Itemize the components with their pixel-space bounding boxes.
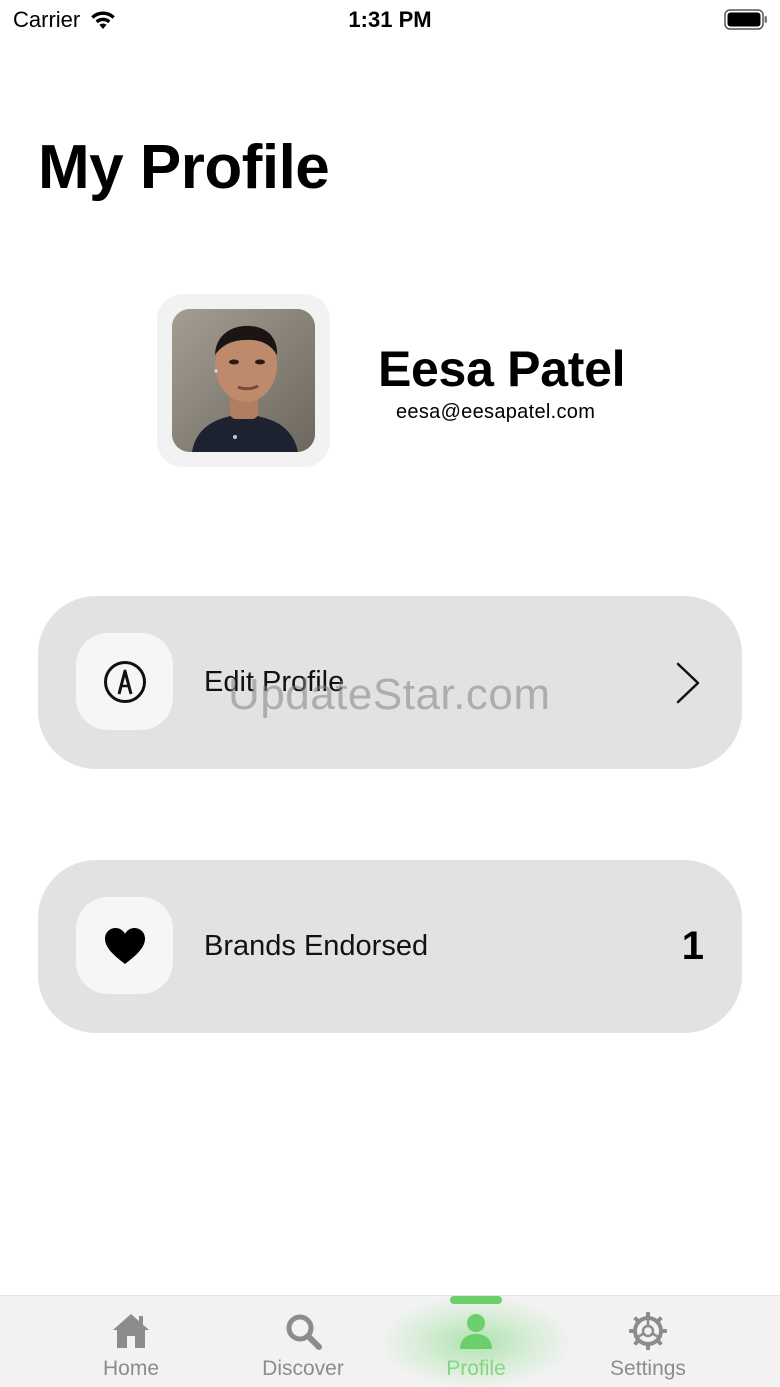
status-time: 1:31 PM [348, 7, 432, 32]
tab-settings-label: Settings [610, 1357, 686, 1380]
edit-profile-row[interactable]: Edit Profile [38, 596, 742, 769]
house-icon [113, 1314, 149, 1348]
tab-discover[interactable]: Discover [228, 1296, 378, 1387]
tab-bar: Home Discover Profile Settings [0, 1295, 780, 1387]
pen-circle-icon [103, 660, 146, 703]
brands-endorsed-icon-box [76, 897, 173, 994]
brands-endorsed-label: Brands Endorsed [204, 930, 429, 962]
tab-home-label: Home [102, 1357, 160, 1380]
search-icon [286, 1314, 322, 1350]
tab-profile[interactable]: Profile [401, 1296, 551, 1387]
avatar-frame[interactable] [157, 294, 330, 467]
tab-discover-label: Discover [262, 1357, 344, 1380]
avatar-photo [172, 309, 315, 452]
tab-settings[interactable]: Settings [573, 1296, 723, 1387]
tab-profile-label: Profile [446, 1357, 506, 1380]
profile-name: Eesa Patel [378, 341, 626, 397]
brands-endorsed-row[interactable]: Brands Endorsed 1 [38, 860, 742, 1033]
edit-profile-icon-box [76, 633, 173, 730]
status-bar: Carrier 1:31 PM [0, 0, 780, 40]
avatar [172, 309, 315, 452]
person-icon [460, 1314, 492, 1349]
brands-endorsed-count: 1 [681, 924, 704, 968]
gear-icon [629, 1312, 667, 1350]
heart-icon [104, 927, 145, 964]
page-title: My Profile [38, 133, 330, 202]
battery-icon [724, 9, 767, 30]
chevron-right-icon [676, 662, 700, 704]
tab-home[interactable]: Home [56, 1296, 206, 1387]
edit-profile-label: Edit Profile [204, 666, 345, 698]
profile-email: eesa@eesapatel.com [396, 401, 596, 423]
